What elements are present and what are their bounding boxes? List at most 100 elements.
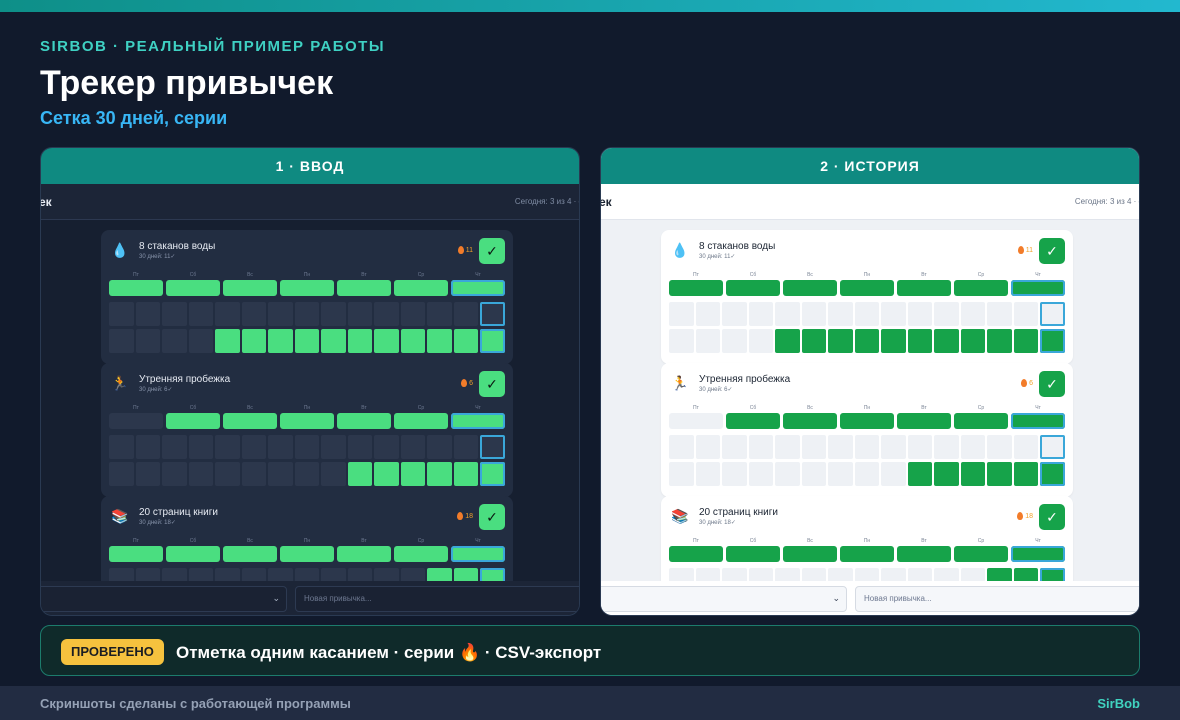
history-cell[interactable] bbox=[135, 462, 161, 486]
week-day-cell[interactable] bbox=[337, 413, 391, 429]
history-cell[interactable] bbox=[135, 329, 161, 353]
history-cell[interactable] bbox=[1013, 568, 1039, 581]
history-cell[interactable] bbox=[828, 329, 853, 353]
history-cell[interactable] bbox=[241, 568, 267, 581]
week-day-cell[interactable] bbox=[280, 413, 334, 429]
history-cell[interactable] bbox=[722, 435, 747, 459]
history-cell[interactable] bbox=[374, 462, 399, 486]
history-cell[interactable] bbox=[241, 329, 267, 353]
week-day-cell[interactable] bbox=[669, 280, 723, 296]
history-cell[interactable] bbox=[1040, 329, 1065, 353]
week-day-cell[interactable] bbox=[840, 546, 894, 562]
history-cell[interactable] bbox=[775, 329, 800, 353]
week-day-cell[interactable] bbox=[109, 413, 163, 429]
week-day-cell[interactable] bbox=[223, 546, 277, 562]
history-cell[interactable] bbox=[960, 462, 986, 486]
week-day-cell[interactable] bbox=[897, 413, 951, 429]
history-cell[interactable] bbox=[453, 435, 479, 459]
week-day-cell[interactable] bbox=[166, 280, 220, 296]
history-cell[interactable] bbox=[775, 302, 800, 326]
history-cell[interactable] bbox=[987, 568, 1012, 581]
history-cell[interactable] bbox=[1040, 302, 1065, 326]
history-cell[interactable] bbox=[268, 462, 293, 486]
week-day-cell[interactable] bbox=[223, 413, 277, 429]
history-cell[interactable] bbox=[109, 568, 134, 581]
week-day-cell[interactable] bbox=[394, 413, 448, 429]
history-cell[interactable] bbox=[188, 462, 214, 486]
history-cell[interactable] bbox=[241, 462, 267, 486]
history-cell[interactable] bbox=[453, 302, 479, 326]
history-cell[interactable] bbox=[268, 302, 293, 326]
history-cell[interactable] bbox=[347, 568, 373, 581]
week-day-cell[interactable] bbox=[1011, 280, 1065, 296]
history-cell[interactable] bbox=[828, 462, 853, 486]
history-cell[interactable] bbox=[400, 568, 426, 581]
history-cell[interactable] bbox=[775, 435, 800, 459]
history-cell[interactable] bbox=[215, 462, 240, 486]
history-cell[interactable] bbox=[907, 302, 933, 326]
history-cell[interactable] bbox=[934, 435, 959, 459]
history-cell[interactable] bbox=[1013, 302, 1039, 326]
history-cell[interactable] bbox=[854, 302, 880, 326]
week-day-cell[interactable] bbox=[897, 546, 951, 562]
history-cell[interactable] bbox=[427, 568, 452, 581]
history-cell[interactable] bbox=[748, 329, 774, 353]
week-day-cell[interactable] bbox=[280, 546, 334, 562]
history-cell[interactable] bbox=[881, 329, 906, 353]
history-cell[interactable] bbox=[294, 302, 320, 326]
history-cell[interactable] bbox=[722, 329, 747, 353]
week-day-cell[interactable] bbox=[726, 413, 780, 429]
history-cell[interactable] bbox=[321, 568, 346, 581]
history-cell[interactable] bbox=[374, 302, 399, 326]
history-cell[interactable] bbox=[427, 435, 452, 459]
history-cell[interactable] bbox=[854, 462, 880, 486]
history-cell[interactable] bbox=[1040, 435, 1065, 459]
history-cell[interactable] bbox=[1040, 568, 1065, 581]
history-cell[interactable] bbox=[907, 435, 933, 459]
history-cell[interactable] bbox=[960, 435, 986, 459]
week-day-cell[interactable] bbox=[954, 413, 1008, 429]
history-cell[interactable] bbox=[801, 435, 827, 459]
history-cell[interactable] bbox=[188, 568, 214, 581]
history-cell[interactable] bbox=[669, 302, 694, 326]
history-cell[interactable] bbox=[215, 435, 240, 459]
week-day-cell[interactable] bbox=[954, 280, 1008, 296]
history-cell[interactable] bbox=[695, 435, 721, 459]
icon-select[interactable]: ⌄ bbox=[41, 586, 287, 612]
history-cell[interactable] bbox=[480, 568, 505, 581]
history-cell[interactable] bbox=[854, 329, 880, 353]
history-cell[interactable] bbox=[347, 329, 373, 353]
new-habit-input[interactable]: Новая привычка... bbox=[855, 586, 1139, 612]
history-cell[interactable] bbox=[268, 329, 293, 353]
week-day-cell[interactable] bbox=[394, 280, 448, 296]
week-day-cell[interactable] bbox=[223, 280, 277, 296]
week-day-cell[interactable] bbox=[897, 280, 951, 296]
history-cell[interactable] bbox=[241, 435, 267, 459]
history-cell[interactable] bbox=[374, 568, 399, 581]
history-cell[interactable] bbox=[453, 462, 479, 486]
history-cell[interactable] bbox=[374, 435, 399, 459]
history-cell[interactable] bbox=[400, 435, 426, 459]
history-cell[interactable] bbox=[347, 462, 373, 486]
history-cell[interactable] bbox=[321, 462, 346, 486]
history-cell[interactable] bbox=[695, 329, 721, 353]
week-day-cell[interactable] bbox=[394, 546, 448, 562]
check-today-button[interactable]: ✓ bbox=[479, 238, 505, 264]
history-cell[interactable] bbox=[162, 568, 187, 581]
history-cell[interactable] bbox=[109, 462, 134, 486]
history-cell[interactable] bbox=[722, 568, 747, 581]
history-cell[interactable] bbox=[669, 329, 694, 353]
history-cell[interactable] bbox=[907, 462, 933, 486]
history-cell[interactable] bbox=[775, 462, 800, 486]
history-cell[interactable] bbox=[188, 329, 214, 353]
history-cell[interactable] bbox=[934, 329, 959, 353]
check-today-button[interactable]: ✓ bbox=[479, 371, 505, 397]
history-cell[interactable] bbox=[748, 302, 774, 326]
week-day-cell[interactable] bbox=[166, 413, 220, 429]
new-habit-input[interactable]: Новая привычка... bbox=[295, 586, 579, 612]
history-cell[interactable] bbox=[347, 302, 373, 326]
history-cell[interactable] bbox=[480, 462, 505, 486]
week-day-cell[interactable] bbox=[783, 546, 837, 562]
history-cell[interactable] bbox=[987, 462, 1012, 486]
check-today-button[interactable]: ✓ bbox=[1039, 504, 1065, 530]
